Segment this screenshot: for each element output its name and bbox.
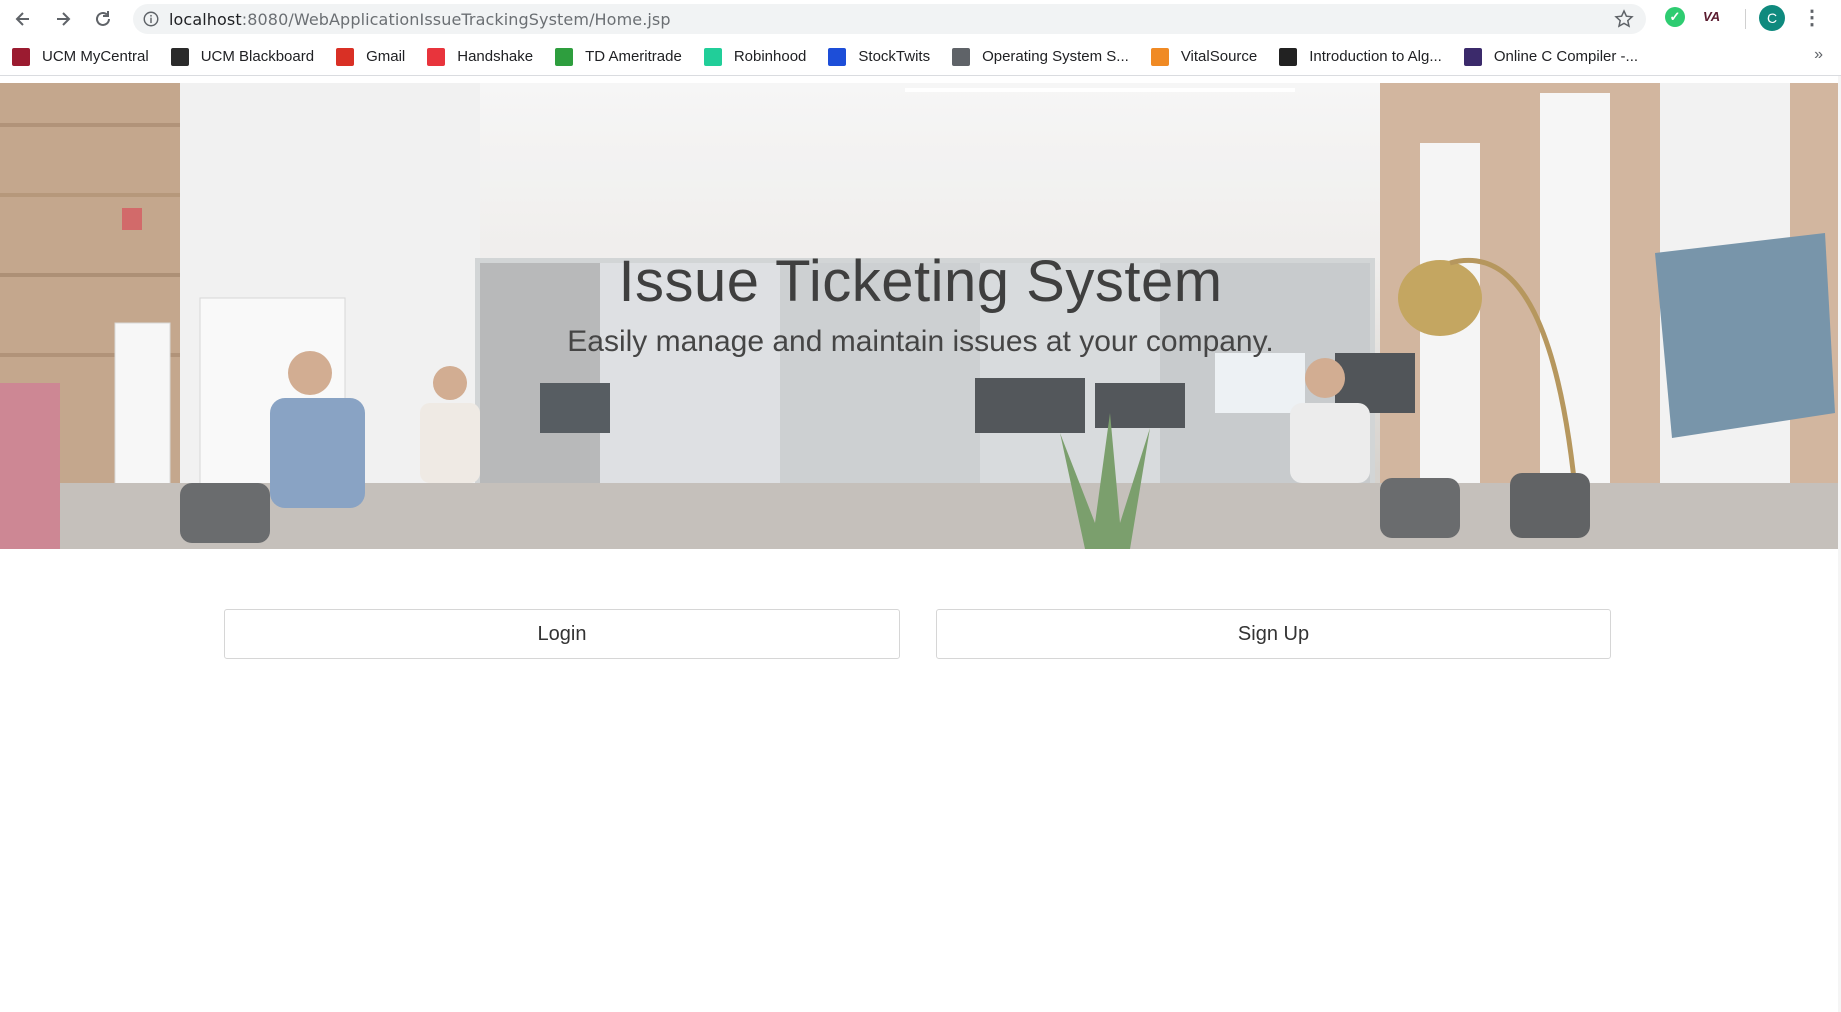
bookmark-label: VitalSource [1180,48,1258,65]
profile-avatar[interactable]: C [1759,5,1785,31]
page-title: Issue Ticketing System [618,249,1223,314]
stocktwits-icon [828,47,847,66]
bookmark-label: TD Ameritrade [585,48,682,65]
address-bar[interactable]: localhost:8080/WebApplicationIssueTracki… [133,4,1646,34]
hero-banner: Issue Ticketing System Easily manage and… [0,83,1841,549]
gmail-icon [336,47,355,66]
bookmark-star-icon[interactable] [1614,9,1634,34]
forward-arrow-icon [57,12,71,26]
bookmarks-bar: UCM MyCentral UCM Blackboard Gmail Handshak… [0,38,1841,76]
bookmark-item[interactable]: Online C Compiler -... [1463,47,1639,66]
bookmark-item[interactable]: Operating System S... [952,47,1129,66]
page-subtitle: Easily manage and maintain issues at you… [567,325,1274,358]
vitalsource-icon [1150,47,1169,66]
reload-icon [96,11,110,26]
compiler-icon [1463,47,1482,66]
bookmark-item[interactable]: Robinhood [703,47,807,66]
td-ameritrade-icon [555,47,574,66]
bookmark-item[interactable]: UCM Blackboard [170,47,315,66]
bookmark-label: Robinhood [733,48,807,65]
back-button[interactable] [3,0,43,38]
browser-menu-icon[interactable]: ⋮ [1802,6,1822,30]
site-info-icon[interactable] [133,10,169,28]
robinhood-icon [703,47,722,66]
globe-icon [952,47,971,66]
forward-button[interactable] [43,0,83,38]
bookmark-item[interactable]: Handshake [427,47,534,66]
bookmark-label: UCM MyCentral [42,48,149,65]
bookmark-item[interactable]: UCM MyCentral [12,47,149,66]
signup-button[interactable]: Sign Up [936,609,1611,659]
bookmark-item[interactable]: Gmail [336,47,406,66]
url-text[interactable]: localhost:8080/WebApplicationIssueTracki… [169,10,671,29]
bookmark-label: UCM Blackboard [200,48,315,65]
bookmark-label: Gmail [366,48,406,65]
bookmark-label: Introduction to Alg... [1309,48,1442,65]
url-host: localhost [169,9,242,29]
ucm-mycentral-icon [12,47,30,66]
bookmark-label: StockTwits [858,48,931,65]
toolbar-divider [1745,9,1746,29]
bookmark-item[interactable]: TD Ameritrade [555,47,682,66]
bookmark-label: Operating System S... [982,48,1129,65]
url-path: :8080/WebApplicationIssueTrackingSystem/… [241,9,671,29]
bookmark-label: Handshake [457,48,534,65]
hero-overlay [0,83,1841,549]
bookmark-label: Online C Compiler -... [1493,48,1639,65]
blackboard-icon [170,47,189,66]
more-bookmarks-icon[interactable]: » [1814,46,1823,64]
login-button[interactable]: Login [224,609,900,659]
browser-toolbar: localhost:8080/WebApplicationIssueTracki… [0,0,1841,38]
back-arrow-icon [15,12,29,26]
handshake-icon [427,47,446,66]
bookmark-item[interactable]: StockTwits [828,47,931,66]
extension-check-icon[interactable]: ✓ [1665,7,1685,27]
reload-button[interactable] [83,0,123,38]
bookmark-item[interactable]: Introduction to Alg... [1279,47,1442,66]
bookmark-item[interactable]: VitalSource [1150,47,1258,66]
book-icon [1279,47,1298,66]
extension-va-icon[interactable]: VA [1703,9,1720,24]
